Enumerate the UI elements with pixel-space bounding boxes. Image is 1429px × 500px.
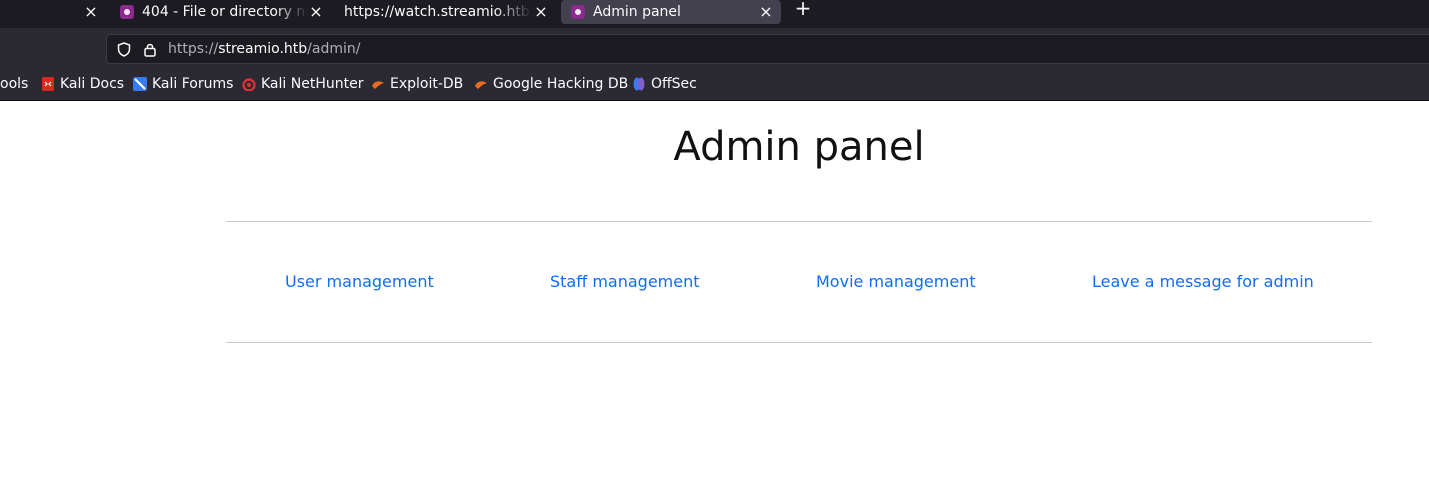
exploit-db-icon [372, 81, 384, 89]
user-management-link[interactable]: User management [285, 272, 434, 291]
bookmark-label: Kali NetHunter [261, 76, 364, 92]
url-text[interactable]: https://streamio.htb/admin/ [168, 41, 360, 57]
bookmark-kali-docs[interactable]: Kali Docs [41, 76, 124, 92]
bookmark-label: Google Hacking DB [493, 76, 629, 92]
bookmark-label: Kali Docs [60, 76, 125, 92]
bookmark-kali-forums[interactable]: Kali Forums [133, 76, 233, 92]
streamio-favicon-icon [120, 5, 134, 19]
kali-forums-icon [133, 77, 147, 91]
kali-nethunter-icon [242, 78, 256, 91]
tracking-protection-shield-icon[interactable] [117, 42, 131, 57]
bookmark-google-hacking-db[interactable]: Google Hacking DB [474, 76, 628, 92]
tab-title: 404 - File or directory not found. [142, 4, 308, 20]
bookmark-label: Exploit-DB [390, 76, 464, 92]
bookmark-label: OffSec [651, 76, 697, 92]
page-title: Admin panel [673, 124, 925, 170]
tab-strip: × 404 - File or directory not found. × h… [0, 0, 1429, 28]
bookmark-kali-nethunter[interactable]: Kali NetHunter [242, 76, 363, 92]
tab-title: https://watch.streamio.htb/search.php [344, 4, 532, 20]
url-scheme: https:// [168, 41, 219, 57]
address-bar[interactable]: https://streamio.htb/admin/ [106, 34, 1429, 64]
url-path: /admin/ [307, 41, 361, 57]
movie-management-link[interactable]: Movie management [816, 272, 976, 291]
bookmark-exploit-db[interactable]: Exploit-DB [371, 76, 463, 92]
navigation-toolbar: https://streamio.htb/admin/ [0, 28, 1429, 68]
google-hacking-db-icon [475, 81, 487, 89]
bookmarks-toolbar: ools Kali Docs Kali Forums Kali NetHunte… [0, 68, 1429, 101]
staff-management-link[interactable]: Staff management [550, 272, 700, 291]
tab-404[interactable]: 404 - File or directory not found. [120, 0, 310, 24]
tab-admin-panel[interactable]: Admin panel [561, 0, 781, 24]
offsec-icon [633, 77, 645, 91]
divider-top [226, 221, 1372, 222]
kali-docs-icon [42, 77, 54, 91]
tab-watch-search[interactable]: https://watch.streamio.htb/search.php [344, 0, 532, 24]
bookmark-tools[interactable]: ools [0, 76, 28, 92]
tab-close-button[interactable]: × [82, 0, 100, 24]
url-host: streamio.htb [218, 41, 308, 57]
new-tab-button[interactable]: + [793, 0, 813, 20]
bookmark-label: ools [0, 76, 29, 92]
bookmark-offsec[interactable]: OffSec [632, 76, 697, 92]
streamio-favicon-icon [571, 5, 585, 19]
bookmark-label: Kali Forums [152, 76, 234, 92]
divider-bottom [226, 342, 1372, 343]
tab-close-button[interactable]: × [757, 0, 775, 24]
tab-close-button[interactable]: × [532, 0, 550, 24]
lock-icon[interactable] [143, 42, 157, 57]
leave-message-link[interactable]: Leave a message for admin [1092, 272, 1314, 291]
tab-title: Admin panel [593, 4, 681, 20]
tab-close-button[interactable]: × [307, 0, 325, 24]
